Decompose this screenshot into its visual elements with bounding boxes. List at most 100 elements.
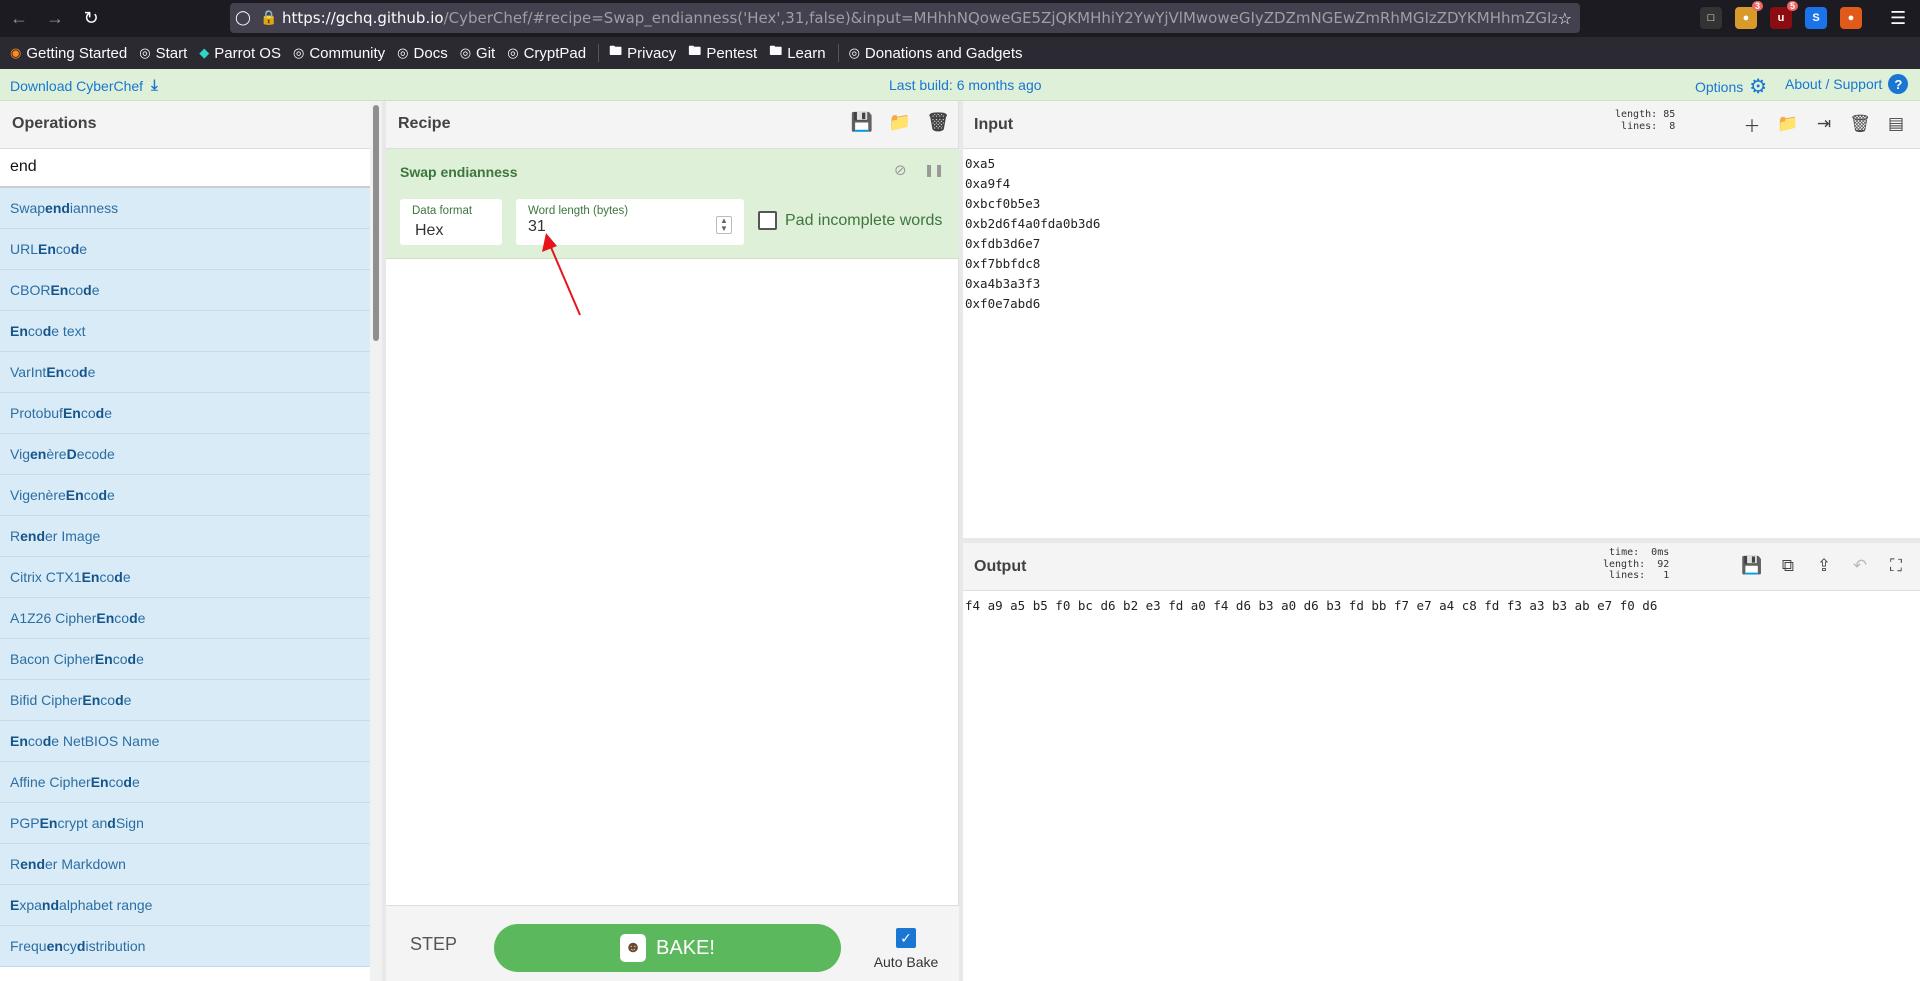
url-text[interactable]: https://gchq.github.io/CyberChef/#recipe… (282, 9, 1557, 27)
url-bar[interactable]: ◯ 🔒 https://gchq.github.io/CyberChef/#re… (230, 3, 1580, 33)
undo-icon[interactable]: ↶ (1850, 556, 1870, 576)
operation-list-item[interactable]: Affine Cipher En co d e (0, 762, 370, 803)
bookmark-git[interactable]: ◎ Git (460, 45, 496, 62)
operation-label-text: Vig (10, 446, 30, 462)
trash-icon[interactable]: 🗑 (1849, 114, 1871, 134)
save-icon[interactable]: 💾 (1741, 556, 1762, 576)
bookmark-folder-privacy[interactable]: 🖿 Privacy (609, 42, 676, 64)
replace-input-icon[interactable]: ⇪ (1814, 556, 1834, 576)
trash-icon[interactable]: 🗑 (927, 112, 950, 132)
operation-list-item[interactable]: Bifid Cipher En co d e (0, 680, 370, 721)
open-file-icon[interactable]: ⇥ (1814, 114, 1834, 134)
operation-label-text: crypt an (57, 815, 108, 831)
operation-list-item[interactable]: Rend er Markdown (0, 844, 370, 885)
url-host: https://gchq.github.io (282, 9, 444, 27)
hamburger-menu-icon[interactable]: ☰ (1890, 8, 1906, 29)
open-folder-icon[interactable]: 📁 (1777, 114, 1798, 134)
data-format-value: Hex (415, 222, 444, 239)
bookmark-docs[interactable]: ◎ Docs (397, 45, 448, 62)
operation-list-item[interactable]: VarInt En co d e (0, 352, 370, 393)
operation-list-item[interactable]: PGP En crypt an d Sign (0, 803, 370, 844)
bookmark-folder-pentest[interactable]: 🖿 Pentest (688, 42, 757, 64)
layout-icon[interactable]: ▤ (1886, 114, 1906, 134)
reload-icon[interactable]: ↻ (74, 4, 108, 34)
operation-label-text: CBOR (10, 282, 51, 298)
operation-list-item[interactable]: Swap end ianness (0, 188, 370, 229)
operation-list-item[interactable]: Vig en ère Decode (0, 434, 370, 475)
bookmark-star-icon[interactable]: ☆ (1558, 9, 1572, 28)
operation-list-item[interactable]: Frequ en cy d istribution (0, 926, 370, 967)
input-header: Input length: 85 lines: 8 ＋ 📁 ⇥ 🗑 ▤ (963, 101, 1920, 149)
input-textarea[interactable]: 0xa5 0xa9f4 0xbcf0b5e3 0xb2d6f4a0fda0b3d… (963, 149, 1920, 314)
bookmark-community[interactable]: ◎ Community (293, 45, 385, 62)
folder-icon: 🖿 (769, 43, 783, 58)
operation-label-text: URL (10, 241, 39, 257)
back-arrow-icon[interactable]: ← (2, 4, 36, 34)
operation-list-item[interactable]: Expa nd alphabet range (0, 885, 370, 926)
pocket-icon[interactable]: □ (1700, 7, 1722, 29)
options-button[interactable]: Options ⚙ (1695, 74, 1767, 99)
operation-match-highlight: d (127, 651, 137, 667)
bake-label: BAKE! (656, 936, 715, 959)
bookmark-getting-started[interactable]: ◉ Getting Started (10, 45, 127, 62)
bookmark-parrot-os[interactable]: ◆ Parrot OS (199, 45, 281, 62)
build-info: Last build: 6 months ago (889, 77, 1042, 93)
operation-list-item[interactable]: Bacon Cipher En co d e (0, 639, 370, 680)
pad-incomplete-words-checkbox[interactable]: Pad incomplete words (758, 211, 942, 230)
download-link[interactable]: Download CyberChef ⤓ (10, 77, 158, 94)
output-panel: Output time: 0ms length: 92 lines: 1 💾 ⧉… (963, 543, 1920, 981)
scrollbar-thumb[interactable] (373, 105, 379, 341)
copy-icon[interactable]: ⧉ (1778, 556, 1798, 576)
operations-search-input[interactable]: end (0, 149, 370, 188)
operation-label-text: co (112, 651, 128, 667)
pause-icon[interactable]: ❚❚ (924, 163, 944, 177)
operation-list-item[interactable]: En co d e NetBIOS Name (0, 721, 370, 762)
extension-icons: □ ● 3 u5 S ● (1700, 1, 1862, 29)
auto-bake-checkbox[interactable]: ✓ Auto Bake (866, 928, 946, 970)
folder-icon[interactable]: 📁 (889, 112, 911, 132)
annotation-arrow (542, 233, 581, 316)
forward-arrow-icon[interactable]: → (38, 4, 72, 34)
data-format-select[interactable]: Data format Hex (400, 199, 502, 245)
operation-match-highlight: d (98, 487, 108, 503)
operation-list-item[interactable]: Citrix CTX1 En co d e (0, 557, 370, 598)
add-tab-icon[interactable]: ＋ (1742, 114, 1762, 136)
foxyproxy-icon[interactable]: ● (1840, 7, 1862, 29)
operation-label-text: co (80, 405, 96, 421)
number-stepper[interactable]: ▲ ▼ (716, 216, 732, 234)
checkmark-icon[interactable]: ✓ (896, 928, 916, 948)
operation-list-item[interactable]: En co d e text (0, 311, 370, 352)
lock-icon[interactable]: 🔒 (256, 10, 282, 26)
bookmark-folder-learn[interactable]: 🖿 Learn (769, 42, 825, 64)
operation-list-item[interactable]: Rend er Image (0, 516, 370, 557)
globe-icon: ◎ (139, 45, 151, 60)
bookmark-donations[interactable]: ◎ Donations and Gadgets (849, 45, 1023, 62)
operation-label-text: e (137, 610, 146, 626)
disable-icon[interactable]: ⊘ (894, 161, 907, 179)
output-text[interactable]: f4 a9 a5 b5 f0 bc d6 b2 e3 fd a0 f4 d6 b… (963, 591, 1920, 616)
extension-a-icon[interactable]: ● 3 (1735, 1, 1763, 29)
operation-label-text: e (79, 241, 88, 257)
operation-list-item[interactable]: Vigenère En co d e (0, 475, 370, 516)
input-length: 85 (1663, 109, 1676, 120)
bake-button[interactable]: ☻ BAKE! (494, 924, 841, 972)
ublock-icon[interactable]: u5 (1770, 1, 1798, 29)
bookmark-cryptpad[interactable]: ◎ CryptPad (507, 45, 586, 62)
operations-scrollbar[interactable] (370, 101, 382, 981)
save-icon[interactable]: 💾 (851, 112, 873, 132)
operation-match-highlight: En (65, 487, 84, 503)
operation-list-item[interactable]: A1Z26 Cipher En co d e (0, 598, 370, 639)
recipe-operation-swap-endianness[interactable]: Swap endianness ⊘ ❚❚ Data format Hex Wor… (386, 149, 959, 259)
operation-label-text: er Markdown (45, 856, 126, 872)
about-support-button[interactable]: About / Support? (1785, 74, 1909, 94)
bookmark-start[interactable]: ◎ Start (139, 45, 187, 62)
operation-list-item[interactable]: CBOR En co d e (0, 270, 370, 311)
step-button[interactable]: STEP (410, 934, 457, 955)
operation-list-item[interactable]: Protobuf En co d e (0, 393, 370, 434)
shield-icon[interactable]: ◯ (230, 10, 256, 26)
operation-list-item[interactable]: URL En co d e (0, 229, 370, 270)
maximize-icon[interactable]: ⛶ (1886, 556, 1906, 576)
operation-label-text: e (122, 569, 131, 585)
extension-s-icon[interactable]: S (1805, 7, 1827, 29)
checkbox-box[interactable] (758, 211, 777, 230)
